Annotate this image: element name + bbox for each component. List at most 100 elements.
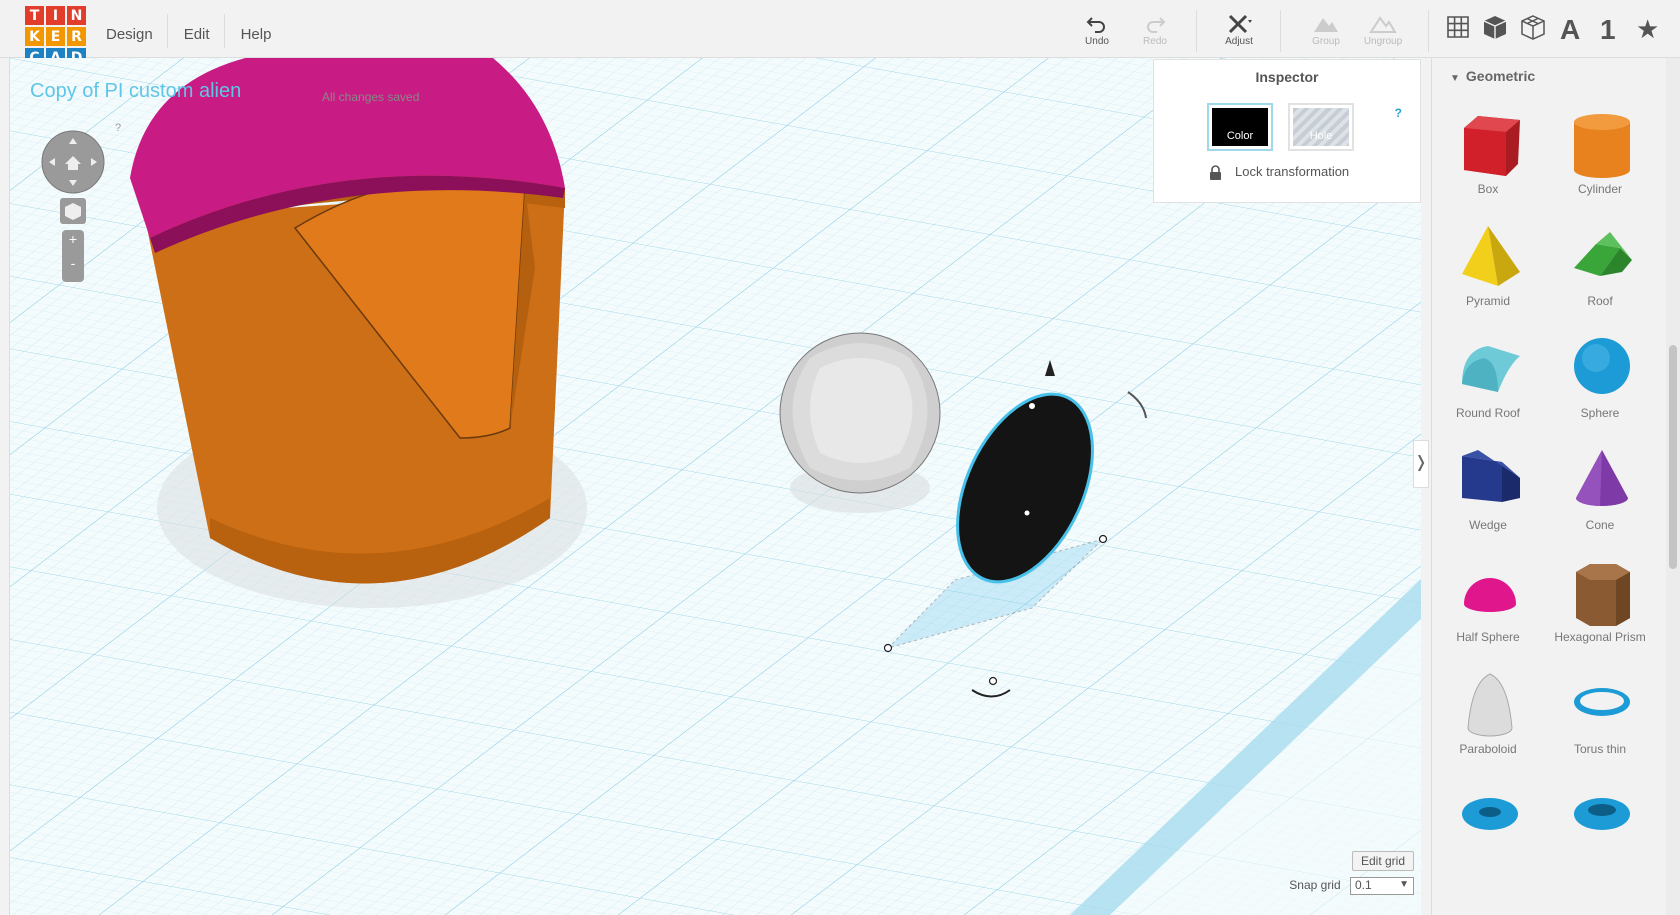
cone-icon bbox=[1575, 450, 1628, 506]
logo-letter: T bbox=[25, 6, 44, 25]
logo-letter: E bbox=[46, 27, 65, 46]
snap-grid-label: Snap grid bbox=[1289, 878, 1341, 892]
lock-transformation-label: Lock transformation bbox=[1235, 164, 1350, 179]
grid-controls: Edit grid Snap grid 0.1 ▼ bbox=[1289, 851, 1414, 895]
zoom-out-button[interactable]: - bbox=[65, 255, 81, 271]
group-icon bbox=[1294, 14, 1358, 36]
undo-icon bbox=[1065, 14, 1129, 36]
redo-button[interactable]: Redo bbox=[1123, 14, 1187, 47]
shape-label: Torus thin bbox=[1573, 742, 1627, 756]
sidebar-scrollbar[interactable] bbox=[1666, 58, 1680, 915]
redo-icon bbox=[1123, 14, 1187, 36]
undo-button[interactable]: Undo bbox=[1065, 14, 1129, 47]
logo-letter: N bbox=[67, 6, 86, 25]
ungroup-button[interactable]: Ungroup bbox=[1351, 14, 1415, 47]
toolbar-divider bbox=[1280, 10, 1281, 52]
color-label: Color bbox=[1212, 108, 1268, 146]
shape-label: Round Roof bbox=[1455, 406, 1521, 420]
half-sphere-icon bbox=[1464, 578, 1516, 612]
scrollbar-thumb[interactable] bbox=[1669, 345, 1677, 569]
shape-label: Pyramid bbox=[1465, 294, 1510, 308]
shape-torus[interactable] bbox=[1432, 770, 1544, 882]
edit-grid-button[interactable]: Edit grid bbox=[1351, 851, 1414, 871]
ungroup-icon bbox=[1351, 14, 1415, 36]
project-title[interactable]: Copy of PI custom alien bbox=[30, 80, 241, 103]
paraboloid-icon bbox=[1467, 673, 1513, 737]
shape-hexagonal-prism[interactable]: Hexagonal Prism bbox=[1544, 546, 1656, 658]
ungroup-label: Ungroup bbox=[1363, 36, 1403, 47]
hexagonal-prism-icon bbox=[1576, 564, 1630, 626]
shape-cone[interactable]: Cone bbox=[1544, 434, 1656, 546]
logo-letter: I bbox=[46, 6, 65, 25]
tube-icon bbox=[1574, 798, 1630, 830]
torus-thin-icon bbox=[1574, 688, 1630, 716]
shape-label: Hexagonal Prism bbox=[1554, 630, 1646, 644]
cylinder-icon bbox=[1574, 114, 1630, 178]
menu-help[interactable]: Help bbox=[235, 14, 286, 48]
zoom-in-button[interactable]: + bbox=[65, 231, 81, 247]
group-label: Group bbox=[1312, 36, 1340, 47]
shape-wedge[interactable]: Wedge bbox=[1432, 434, 1544, 546]
shape-cylinder[interactable]: Cylinder bbox=[1544, 98, 1656, 210]
inspector-panel: Inspector Color Hole ? Lock transformati… bbox=[1153, 59, 1421, 203]
hole-swatch[interactable]: Hole bbox=[1288, 103, 1354, 151]
pyramid-icon bbox=[1462, 226, 1520, 286]
menu-design[interactable]: Design bbox=[100, 14, 168, 48]
number-one-icon[interactable]: 1 bbox=[1600, 14, 1616, 48]
save-status: All changes saved bbox=[322, 90, 420, 104]
nav-help-link[interactable]: ? bbox=[115, 122, 121, 134]
adjust-icon bbox=[1207, 14, 1271, 36]
logo-letter: K bbox=[25, 27, 44, 46]
shape-box[interactable]: Box bbox=[1432, 98, 1544, 210]
snap-grid-select[interactable]: 0.1 ▼ bbox=[1350, 877, 1414, 895]
shape-label: Box bbox=[1477, 182, 1499, 196]
category-header[interactable]: ▼ Geometric bbox=[1450, 68, 1535, 84]
triangle-down-icon: ▼ bbox=[1450, 73, 1460, 84]
shape-half-sphere[interactable]: Half Sphere bbox=[1432, 546, 1544, 658]
shape-label: Sphere bbox=[1580, 406, 1620, 420]
grid-icon[interactable] bbox=[1445, 14, 1471, 48]
shape-label: Roof bbox=[1587, 294, 1613, 308]
shape-label: Cylinder bbox=[1577, 182, 1622, 196]
cube-icon[interactable] bbox=[1482, 14, 1508, 48]
logo-letter: R bbox=[67, 27, 86, 46]
color-swatch[interactable]: Color bbox=[1207, 103, 1273, 151]
toolbar-divider bbox=[1196, 10, 1197, 52]
adjust-label: Adjust bbox=[1225, 36, 1253, 47]
sidebar-collapse-toggle[interactable]: ❭ bbox=[1413, 440, 1429, 488]
shape-label: Paraboloid bbox=[1459, 742, 1517, 756]
shape-roof[interactable]: Roof bbox=[1544, 210, 1656, 322]
shape-label: Half Sphere bbox=[1456, 630, 1520, 644]
inspector-help-link[interactable]: ? bbox=[1395, 106, 1402, 120]
shapes-sidebar: ▼ Geometric Box Cylinder Pyramid Roof Rou… bbox=[1431, 58, 1680, 915]
round-roof-icon bbox=[1462, 346, 1520, 392]
sphere-icon bbox=[1574, 338, 1630, 394]
toolbar-divider bbox=[1428, 10, 1429, 52]
shape-label: Wedge bbox=[1469, 518, 1507, 532]
wireframe-cube-icon[interactable] bbox=[1520, 14, 1546, 48]
hole-label: Hole bbox=[1293, 108, 1349, 146]
shape-torus-thin[interactable]: Torus thin bbox=[1544, 658, 1656, 770]
shape-round-roof[interactable]: Round Roof bbox=[1432, 322, 1544, 434]
category-label: Geometric bbox=[1465, 68, 1536, 84]
top-bar: T I N K E R C A D Design Edit Help Undo … bbox=[0, 0, 1680, 67]
shape-pyramid[interactable]: Pyramid bbox=[1432, 210, 1544, 322]
redo-label: Redo bbox=[1143, 36, 1167, 47]
wedge-icon bbox=[1462, 450, 1520, 502]
lock-transformation-toggle[interactable]: Lock transformation bbox=[1209, 164, 1350, 180]
undo-label: Undo bbox=[1085, 36, 1109, 47]
lock-icon bbox=[1209, 165, 1221, 180]
shape-paraboloid[interactable]: Paraboloid bbox=[1432, 658, 1544, 770]
shape-sphere[interactable]: Sphere bbox=[1544, 322, 1656, 434]
inspector-title: Inspector bbox=[1255, 69, 1319, 85]
star-icon[interactable]: ★ bbox=[1636, 14, 1659, 48]
group-button[interactable]: Group bbox=[1294, 14, 1358, 47]
torus-icon bbox=[1462, 798, 1518, 830]
adjust-button[interactable]: Adjust bbox=[1207, 14, 1271, 47]
dropdown-arrow-icon: ▼ bbox=[1399, 879, 1409, 890]
snap-grid-value: 0.1 bbox=[1355, 878, 1372, 892]
letter-a-icon[interactable]: A bbox=[1560, 14, 1580, 48]
shape-tube[interactable] bbox=[1544, 770, 1656, 882]
main-menu: Design Edit Help bbox=[100, 14, 295, 54]
menu-edit[interactable]: Edit bbox=[178, 14, 225, 48]
